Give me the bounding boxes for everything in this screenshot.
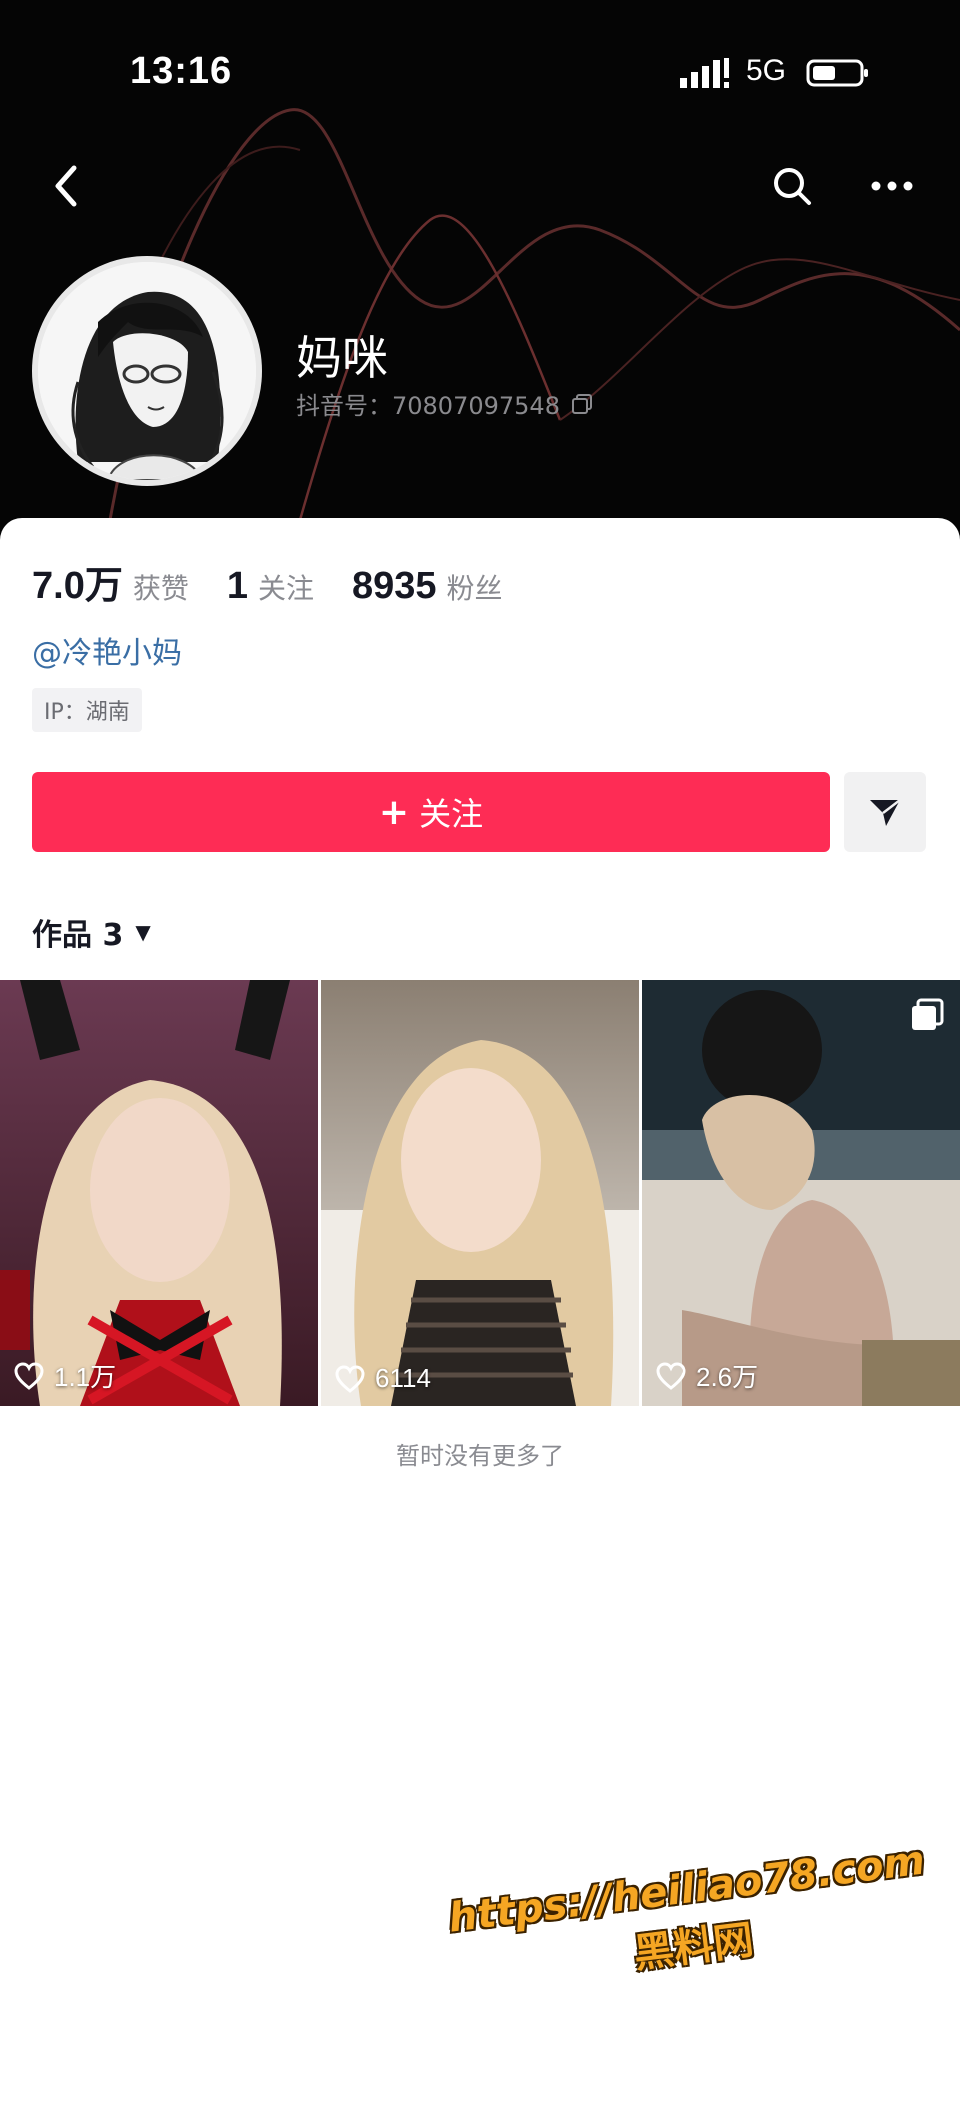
profile-header: 13:16 5G 妈咪 抖音号：70807097548 — [0, 0, 960, 560]
heart-icon — [335, 1364, 365, 1393]
network-type: 5G — [746, 54, 787, 87]
no-more-content-text: 暂时没有更多了 — [396, 1442, 564, 1470]
thumbnail-image — [0, 980, 318, 1406]
stat-label: 粉丝 — [446, 572, 503, 605]
likes-value: 1.1万 — [54, 1362, 117, 1392]
likes-count: 2.6万 — [656, 1357, 758, 1394]
battery-icon — [806, 59, 868, 87]
works-tab-label: 作品 3 — [32, 918, 124, 953]
video-thumbnail[interactable]: 1.1万 — [0, 980, 318, 1406]
stat-value: 1 — [226, 565, 248, 607]
follow-button-label: 关注 — [419, 795, 484, 833]
douyin-id-row: 抖音号：70807097548 — [296, 386, 594, 421]
follow-button[interactable]: + 关注 — [32, 772, 830, 852]
signal-icon — [680, 58, 729, 88]
works-grid: 1.1万 6114 2.6万 — [0, 980, 960, 1406]
likes-value: 2.6万 — [696, 1362, 759, 1392]
avatar[interactable] — [32, 256, 262, 486]
video-thumbnail[interactable]: 2.6万 — [642, 980, 960, 1406]
share-button[interactable] — [844, 772, 926, 852]
status-time: 13:16 — [130, 50, 233, 92]
plus-icon: + — [378, 791, 410, 833]
stat-value: 7.0万 — [32, 565, 123, 607]
caret-down-icon: ▼ — [135, 920, 151, 944]
heart-icon — [14, 1361, 44, 1390]
stat-likes[interactable]: 7.0万 获赞 — [32, 554, 189, 609]
likes-value: 6114 — [375, 1363, 431, 1393]
copy-icon[interactable] — [570, 392, 594, 416]
status-bar: 13:16 5G — [0, 0, 960, 140]
search-icon[interactable] — [770, 164, 814, 208]
more-dots-icon[interactable] — [870, 176, 914, 196]
back-arrow-icon[interactable] — [46, 160, 86, 212]
stats-row: 7.0万 获赞 1 关注 8935 粉丝 — [32, 554, 541, 609]
share-arrow-icon — [870, 799, 901, 826]
douyin-id: 抖音号：70807097548 — [296, 392, 560, 420]
likes-count: 1.1万 — [14, 1357, 116, 1394]
likes-count: 6114 — [335, 1363, 431, 1394]
heart-icon — [656, 1361, 686, 1390]
stat-label: 获赞 — [132, 572, 189, 605]
stat-value: 8935 — [352, 565, 437, 607]
thumbnail-image — [642, 980, 960, 1406]
profile-nickname: 妈咪 — [296, 331, 388, 385]
stat-following[interactable]: 1 关注 — [227, 565, 314, 608]
stat-label: 关注 — [257, 572, 314, 605]
mention-link[interactable]: @冷艳小妈 — [32, 628, 182, 672]
stat-followers[interactable]: 8935 粉丝 — [352, 565, 503, 608]
avatar-illustration — [38, 262, 256, 480]
thumbnail-image — [321, 980, 639, 1406]
video-thumbnail[interactable]: 6114 — [321, 980, 639, 1406]
multi-image-icon — [912, 998, 944, 1030]
tab-works[interactable]: 作品 3 ▼ — [32, 910, 151, 954]
ip-location-tag: IP：湖南 — [32, 688, 142, 732]
